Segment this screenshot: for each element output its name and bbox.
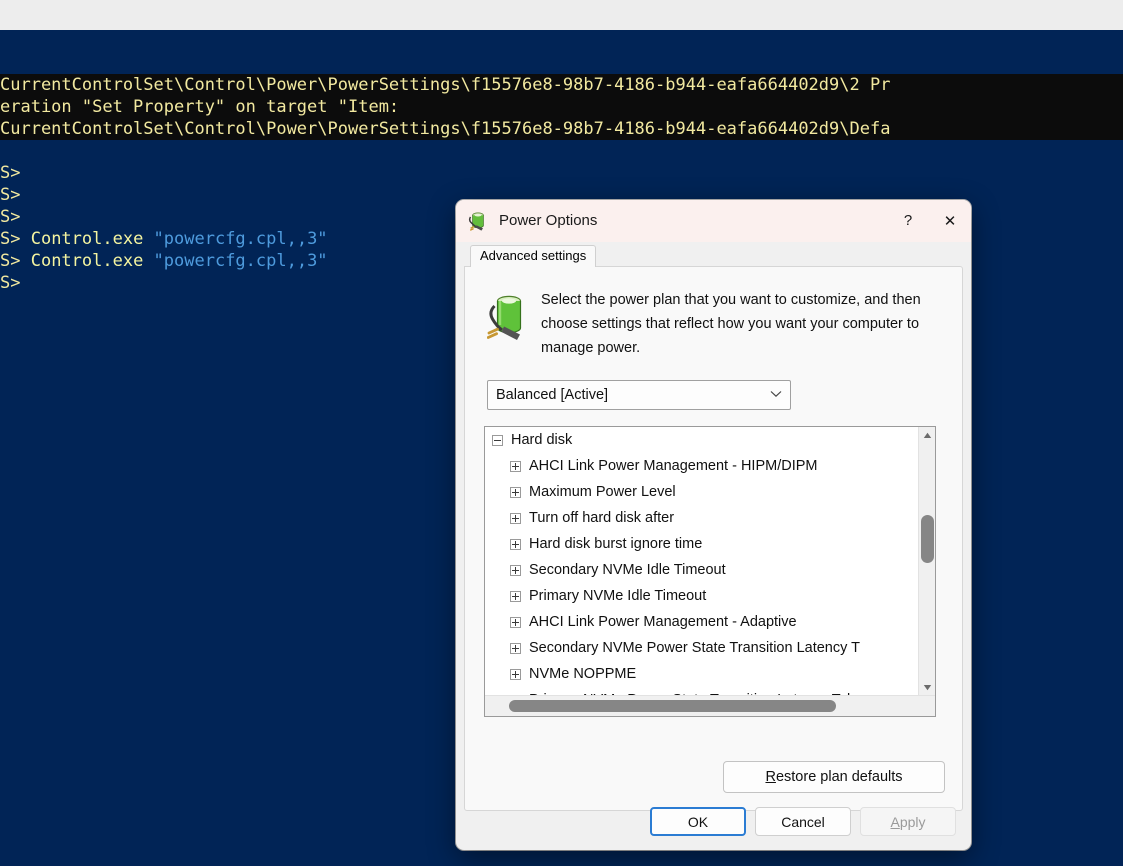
tree-item[interactable]: Secondary NVMe Power State Transition La…: [485, 635, 919, 661]
tree-viewport: Hard disk AHCI Link Power Management - HI…: [485, 427, 919, 696]
scroll-up-icon[interactable]: [919, 427, 935, 444]
power-options-dialog: Power Options ? ✕ Advanced settings Sele…: [456, 200, 971, 850]
expand-icon[interactable]: [510, 642, 521, 654]
console-prompt: S>: [0, 273, 21, 293]
console-line: eration "Set Property" on target "Item:: [0, 96, 1123, 118]
console-command: Control.exe: [20, 251, 154, 271]
apply-button[interactable]: Apply: [860, 807, 956, 836]
tree-item-label: Secondary NVMe Idle Timeout: [529, 562, 726, 578]
tree-horizontal-scrollbar[interactable]: [485, 695, 935, 716]
console-line: S>: [0, 162, 1123, 184]
description-row: Select the power plan that you want to c…: [483, 267, 944, 360]
console-line: CurrentControlSet\Control\Power\PowerSet…: [0, 74, 1123, 96]
help-button[interactable]: ?: [887, 200, 929, 242]
tree-item-label: AHCI Link Power Management - Adaptive: [529, 614, 797, 630]
expand-icon[interactable]: [510, 590, 521, 602]
tab-strip: Advanced settings: [456, 242, 971, 267]
apply-accel-letter: A: [890, 813, 900, 830]
chevron-down-icon: [770, 389, 782, 401]
apply-label-rest: pply: [899, 813, 926, 830]
battery-plug-icon: [486, 291, 533, 343]
screen: CurrentControlSet\Control\Power\PowerSet…: [0, 0, 1123, 866]
restore-label-rest: estore plan defaults: [775, 769, 903, 785]
tree-item[interactable]: Maximum Power Level: [485, 479, 919, 505]
tree-item[interactable]: Hard disk: [485, 427, 919, 453]
tree-item[interactable]: Secondary NVMe Idle Timeout: [485, 557, 919, 583]
console-command-argument: "powercfg.cpl,,3": [153, 229, 328, 249]
expand-icon[interactable]: [510, 668, 521, 680]
advanced-settings-tree[interactable]: Hard disk AHCI Link Power Management - HI…: [484, 426, 936, 717]
console-command: Control.exe: [20, 229, 154, 249]
tree-item-label: NVMe NOPPME: [529, 666, 637, 682]
tree-item-label: Turn off hard disk after: [529, 510, 675, 526]
console-prompt: S>: [0, 207, 21, 227]
dialog-description: Select the power plan that you want to c…: [541, 292, 921, 356]
expand-icon[interactable]: [510, 486, 521, 498]
power-plan-select-value: Balanced [Active]: [496, 387, 609, 403]
power-plan-icon: [468, 210, 490, 232]
console-command-argument: "powercfg.cpl,,3": [153, 251, 328, 271]
vertical-scroll-thumb[interactable]: [921, 515, 934, 563]
tree-item[interactable]: AHCI Link Power Management - HIPM/DIPM: [485, 453, 919, 479]
tree-item-label: Hard disk: [511, 432, 573, 448]
tree-rows: Hard disk AHCI Link Power Management - HI…: [485, 427, 919, 696]
tree-item[interactable]: Turn off hard disk after: [485, 505, 919, 531]
tab-advanced-settings[interactable]: Advanced settings: [470, 245, 597, 267]
console-prompt: S>: [0, 163, 21, 183]
tree-item-label: Secondary NVMe Power State Transition La…: [529, 640, 860, 656]
restore-plan-defaults-button[interactable]: Restore plan defaults: [723, 761, 945, 793]
dialog-title: Power Options: [499, 212, 598, 229]
tree-item-label: Primary NVMe Idle Timeout: [529, 588, 707, 604]
expand-icon[interactable]: [510, 460, 521, 472]
power-plan-select[interactable]: Balanced [Active]: [487, 380, 791, 410]
dialog-buttons: OK Cancel Apply: [650, 807, 956, 836]
collapse-icon[interactable]: [492, 434, 503, 446]
console-line: CurrentControlSet\Control\Power\PowerSet…: [0, 118, 1123, 140]
dialog-titlebar[interactable]: Power Options ? ✕: [456, 200, 971, 242]
console-prompt: S>: [0, 229, 21, 249]
tree-item-label: Hard disk burst ignore time: [529, 536, 703, 552]
expand-icon[interactable]: [510, 564, 521, 576]
tree-item-label: Maximum Power Level: [529, 484, 676, 500]
console-prompt: S>: [0, 251, 21, 271]
horizontal-scroll-thumb[interactable]: [509, 700, 836, 712]
tree-item[interactable]: AHCI Link Power Management - Adaptive: [485, 609, 919, 635]
tree-item-label: AHCI Link Power Management - HIPM/DIPM: [529, 458, 818, 474]
tree-vertical-scrollbar[interactable]: [918, 427, 935, 696]
expand-icon[interactable]: [510, 616, 521, 628]
tab-page-advanced-settings: Select the power plan that you want to c…: [464, 266, 963, 811]
expand-icon[interactable]: [510, 512, 521, 524]
console-prompt: S>: [0, 185, 21, 205]
ok-button[interactable]: OK: [650, 807, 746, 836]
restore-accel-letter: R: [765, 769, 776, 785]
console-line: [0, 140, 1123, 162]
restore-defaults-row: Restore plan defaults: [723, 761, 945, 793]
expand-icon[interactable]: [510, 538, 521, 550]
scroll-down-icon[interactable]: [919, 679, 935, 696]
tree-item[interactable]: NVMe NOPPME: [485, 661, 919, 687]
tree-item[interactable]: Hard disk burst ignore time: [485, 531, 919, 557]
cancel-button[interactable]: Cancel: [755, 807, 851, 836]
close-icon[interactable]: ✕: [929, 200, 971, 242]
tree-item[interactable]: Primary NVMe Idle Timeout: [485, 583, 919, 609]
